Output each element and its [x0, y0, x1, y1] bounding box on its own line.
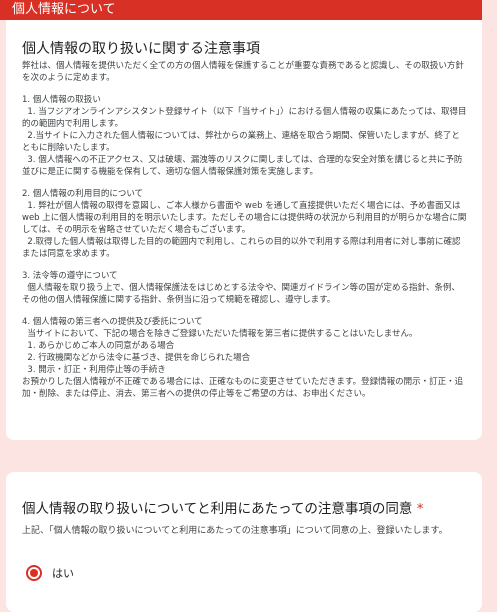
- section-1-heading: 1. 個人情報の取扱い: [22, 95, 101, 105]
- section-4-item: 3. 開示・訂正・利用停止等の手続き: [22, 365, 166, 375]
- section-3-heading: 3. 法令等の遵守について: [22, 271, 118, 281]
- question-title: 個人情報の取り扱いについてと利用にあたっての注意事項の同意 *: [22, 500, 468, 518]
- section-1-item: 1. 当フジアオンラインアシスタント登録サイト（以下「当サイト」）における個人情…: [22, 107, 467, 129]
- notice-card: 個人情報の取り扱いに関する注意事項 弊社は、個人情報を提供いただく全ての方の個人…: [6, 20, 482, 440]
- question-title-text: 個人情報の取り扱いについてと利用にあたっての注意事項の同意: [22, 501, 413, 517]
- notice-intro: 弊社は、個人情報を提供いただく全ての方の個人情報を保護することが重要な責務である…: [22, 61, 464, 83]
- section-4-item: 2. 行政機関などから法令に基づき、提供を命じられた場合: [22, 353, 251, 363]
- section-2-heading: 2. 個人情報の利用目的について: [22, 189, 144, 199]
- section-4-body: 当サイトにおいて、下記の場合を除きご登録いただいた情報を第三者に提供することはい…: [22, 329, 418, 339]
- section-1-item: 2.当サイトに入力された個人情報については、弊社からの業務上、連絡を取合う期間、…: [22, 131, 460, 153]
- section-2-item: 2.取得した個人情報は取得した目的の範囲内で利用し、これらの目的以外で利用する際…: [22, 237, 461, 259]
- section-title: 個人情報について: [12, 2, 116, 17]
- scrollbar-track[interactable]: [482, 0, 497, 600]
- section-1-item: 3. 個人情報への不正アクセス、又は破壊、漏洩等のリスクに関しましては、合理的な…: [22, 155, 463, 177]
- section-4-heading: 4. 個人情報の第三者への提供及び委託について: [22, 317, 203, 327]
- section-3-body: 個人情報を取り扱う上で、個人情報保護法をはじめとする法令や、関連ガイドライン等の…: [22, 283, 461, 305]
- required-mark: *: [416, 501, 424, 517]
- section-header: 個人情報について: [0, 0, 482, 20]
- notice-title: 個人情報の取り扱いに関する注意事項: [22, 41, 260, 57]
- section-4-item: 1. あらかじめご本人の同意がある場合: [22, 341, 175, 351]
- section-4-tail: お預かりした個人情報が不正確である場合には、正確なものに変更させていただきます。…: [22, 377, 464, 399]
- option-yes[interactable]: はい: [26, 565, 74, 581]
- question-description: 上記、「個人情報の取り扱いについてと利用にあたっての注意事項」について同意の上、…: [22, 526, 448, 536]
- radio-selected-dot: [30, 569, 38, 577]
- radio-button[interactable]: [26, 565, 42, 581]
- option-label[interactable]: はい: [52, 565, 74, 581]
- consent-question-card: 個人情報の取り扱いについてと利用にあたっての注意事項の同意 * 上記、「個人情報…: [6, 472, 482, 612]
- section-2-item: 1. 弊社が個人情報の取得を意図し、ご本人様から書面や web を通して直接提供…: [22, 201, 467, 235]
